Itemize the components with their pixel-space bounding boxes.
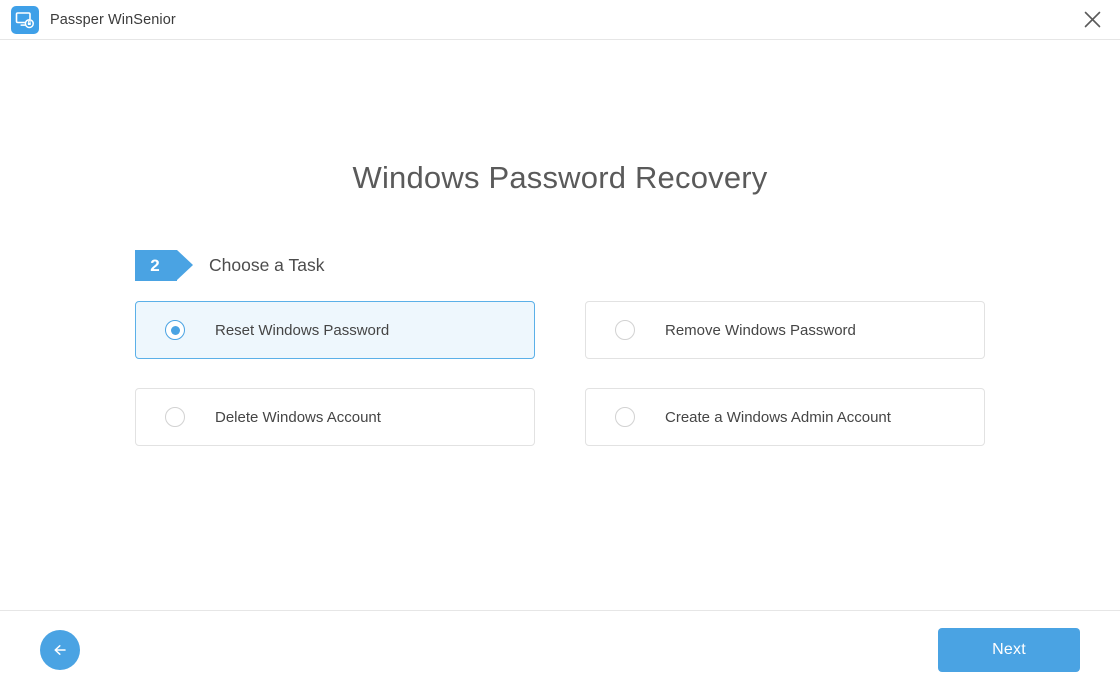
arrow-left-icon bbox=[50, 640, 70, 660]
step-label: Choose a Task bbox=[209, 255, 324, 276]
option-card-reset-windows-password[interactable]: Reset Windows Password bbox=[135, 301, 535, 359]
radio-reset-windows-password[interactable] bbox=[165, 320, 185, 340]
back-button[interactable] bbox=[40, 630, 80, 670]
option-card-delete-windows-account[interactable]: Delete Windows Account bbox=[135, 388, 535, 446]
radio-dot bbox=[171, 413, 180, 422]
footer-bar: Next bbox=[0, 610, 1120, 690]
page-title: Windows Password Recovery bbox=[0, 160, 1120, 196]
radio-remove-windows-password[interactable] bbox=[615, 320, 635, 340]
option-card-remove-windows-password[interactable]: Remove Windows Password bbox=[585, 301, 985, 359]
app-window: Passper WinSenior Windows Password Recov… bbox=[0, 0, 1120, 690]
option-label-remove-windows-password: Remove Windows Password bbox=[665, 322, 856, 339]
option-label-reset-windows-password: Reset Windows Password bbox=[215, 322, 389, 339]
option-label-delete-windows-account: Delete Windows Account bbox=[215, 409, 381, 426]
next-button[interactable]: Next bbox=[938, 628, 1080, 672]
radio-dot bbox=[621, 326, 630, 335]
app-title: Passper WinSenior bbox=[50, 12, 176, 28]
task-options-grid: Reset Windows Password Remove Windows Pa… bbox=[135, 301, 985, 446]
monitor-lock-icon bbox=[11, 6, 39, 34]
main-content: Windows Password Recovery 2 Choose a Tas… bbox=[0, 40, 1120, 610]
step-number-badge: 2 bbox=[135, 250, 177, 281]
radio-create-windows-admin-account[interactable] bbox=[615, 407, 635, 427]
close-icon[interactable] bbox=[1064, 0, 1120, 39]
radio-delete-windows-account[interactable] bbox=[165, 407, 185, 427]
radio-dot bbox=[171, 326, 180, 335]
step-header: 2 Choose a Task bbox=[135, 250, 324, 281]
option-label-create-windows-admin-account: Create a Windows Admin Account bbox=[665, 409, 891, 426]
option-card-create-windows-admin-account[interactable]: Create a Windows Admin Account bbox=[585, 388, 985, 446]
radio-dot bbox=[621, 413, 630, 422]
titlebar: Passper WinSenior bbox=[0, 0, 1120, 40]
